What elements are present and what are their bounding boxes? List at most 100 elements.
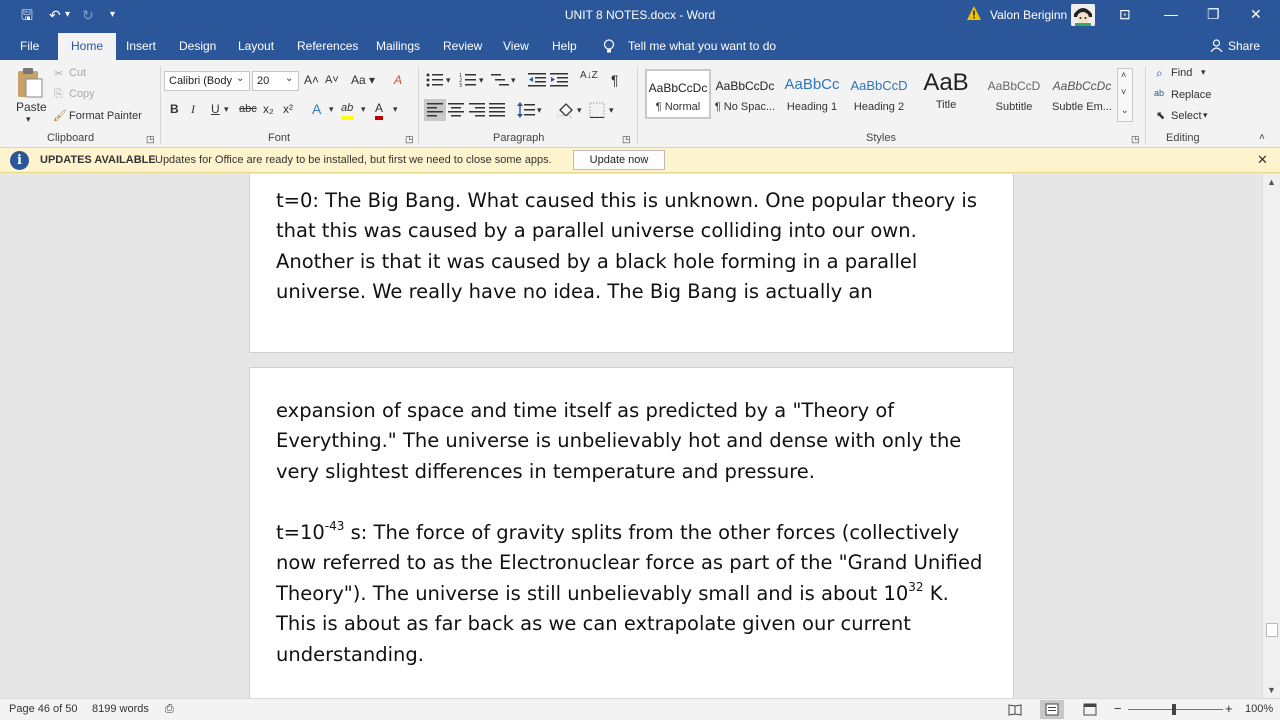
tell-me-search[interactable]: Tell me what you want to do [628, 39, 776, 53]
tab-file[interactable]: File [20, 39, 39, 53]
restore-icon[interactable]: ❐ [1207, 5, 1220, 23]
zoom-slider-thumb[interactable] [1172, 704, 1176, 715]
styles-up-icon[interactable]: ˄ [1121, 70, 1126, 80]
italic-button[interactable]: I [191, 101, 195, 117]
multilevel-list-icon[interactable] [491, 72, 511, 88]
scroll-down-icon[interactable]: ▼ [1267, 685, 1276, 695]
page-count[interactable]: Page 46 of 50 [9, 703, 78, 715]
select-dropdown-icon[interactable]: ▾ [1203, 110, 1208, 121]
paragraph-gravity[interactable]: t=10-43 s: The force of gravity splits f… [276, 518, 991, 670]
zoom-out-icon[interactable]: − [1114, 701, 1122, 716]
numbering-dropdown-icon[interactable]: ▾ [479, 72, 484, 88]
highlight-color-icon[interactable]: ab [341, 100, 354, 120]
font-color-icon[interactable]: A [375, 100, 384, 120]
highlight-dropdown-icon[interactable]: ▾ [361, 101, 366, 117]
align-left-button[interactable] [424, 99, 446, 121]
multilevel-dropdown-icon[interactable]: ▾ [511, 72, 516, 88]
close-notification-icon[interactable]: ✕ [1257, 152, 1268, 168]
select-button[interactable]: Select [1171, 110, 1202, 122]
paste-dropdown-icon[interactable]: ▾ [26, 114, 31, 125]
grow-font-icon[interactable]: A˄ [304, 72, 319, 88]
font-color-dropdown-icon[interactable]: ▾ [393, 101, 398, 117]
styles-down-icon[interactable]: ˅ [1121, 87, 1126, 97]
vertical-scrollbar[interactable]: ▲ ▼ [1262, 174, 1280, 698]
tab-view[interactable]: View [503, 39, 529, 53]
styles-launcher-icon[interactable]: ◳ [1131, 134, 1140, 145]
bullets-dropdown-icon[interactable]: ▾ [446, 72, 451, 88]
tab-design[interactable]: Design [179, 39, 216, 53]
tab-home[interactable]: Home [58, 33, 117, 60]
align-right-icon[interactable] [469, 103, 485, 117]
style-normal[interactable]: AaBbCcDc ¶ Normal [645, 69, 711, 119]
tab-layout[interactable]: Layout [238, 39, 274, 53]
sort-icon[interactable]: A↓Z [580, 71, 598, 81]
tab-mailings[interactable]: Mailings [376, 39, 420, 53]
scroll-up-icon[interactable]: ▲ [1267, 177, 1276, 187]
font-launcher-icon[interactable]: ◳ [405, 134, 414, 145]
find-dropdown-icon[interactable]: ▾ [1201, 67, 1206, 78]
style-title[interactable]: AaB Title [913, 69, 979, 119]
decrease-indent-icon[interactable] [528, 72, 546, 88]
tab-insert[interactable]: Insert [126, 39, 156, 53]
replace-button[interactable]: Replace [1171, 89, 1211, 101]
shading-dropdown-icon[interactable]: ▾ [577, 102, 582, 118]
text-effects-dropdown-icon[interactable]: ▾ [329, 101, 334, 117]
justify-icon[interactable] [489, 103, 505, 117]
copy-button[interactable]: Copy [69, 88, 95, 100]
user-name[interactable]: Valon Beriginn [990, 8, 1067, 22]
paragraph-expansion[interactable]: expansion of space and time itself as pr… [276, 396, 991, 487]
change-case-icon[interactable]: Aa ▾ [351, 72, 375, 88]
paragraph-big-bang[interactable]: t=0: The Big Bang. What caused this is u… [276, 186, 991, 308]
minimize-icon[interactable]: — [1164, 5, 1178, 23]
style-subtle-emphasis[interactable]: AaBbCcDc Subtle Em... [1049, 69, 1115, 119]
clear-formatting-icon[interactable]: A [394, 72, 402, 88]
strikethrough-button[interactable]: abc [239, 101, 257, 117]
style-subtitle[interactable]: AaBbCcD Subtitle [981, 69, 1047, 119]
text-effects-icon[interactable]: A [312, 101, 321, 117]
align-center-icon[interactable] [448, 103, 464, 117]
font-name-dropdown-icon[interactable]: ⌄ [236, 73, 244, 84]
clipboard-launcher-icon[interactable]: ◳ [146, 134, 155, 145]
paste-button[interactable]: Paste [16, 100, 47, 114]
find-button[interactable]: Find [1171, 67, 1192, 79]
zoom-slider[interactable] [1128, 704, 1223, 715]
subscript-button[interactable]: x₂ [263, 101, 274, 117]
document-area[interactable]: t=0: The Big Bang. What caused this is u… [0, 174, 1262, 698]
tab-review[interactable]: Review [443, 39, 482, 53]
numbering-icon[interactable]: 1 2 3 [459, 72, 477, 88]
zoom-in-icon[interactable]: + [1225, 701, 1233, 716]
word-count[interactable]: 8199 words [92, 703, 149, 715]
shading-icon[interactable] [557, 101, 575, 119]
style-no-spacing[interactable]: AaBbCcDc ¶ No Spac... [712, 69, 778, 119]
close-icon[interactable]: ✕ [1250, 5, 1262, 23]
style-heading-2[interactable]: AaBbCcD Heading 2 [846, 69, 912, 119]
superscript-button[interactable]: x² [283, 101, 293, 117]
document-page[interactable]: expansion of space and time itself as pr… [249, 367, 1014, 698]
share-button[interactable]: Share [1228, 39, 1260, 53]
tab-references[interactable]: References [297, 39, 358, 53]
document-page[interactable]: t=0: The Big Bang. What caused this is u… [249, 174, 1014, 353]
show-formatting-marks-icon[interactable]: ¶ [611, 72, 619, 88]
print-layout-button[interactable] [1040, 700, 1064, 719]
shrink-font-icon[interactable]: A˅ [325, 72, 339, 88]
paste-icon[interactable] [16, 67, 44, 99]
styles-more-icon[interactable]: ⌄ [1121, 105, 1129, 116]
borders-icon[interactable] [589, 102, 605, 118]
zoom-level[interactable]: 100% [1245, 703, 1273, 715]
tab-help[interactable]: Help [552, 39, 577, 53]
ribbon-display-options-icon[interactable]: ⊡ [1119, 5, 1131, 23]
underline-button[interactable]: U [211, 101, 220, 117]
styles-gallery-scroller[interactable]: ˄ ˅ ⌄ [1117, 68, 1133, 122]
line-spacing-dropdown-icon[interactable]: ▾ [537, 102, 542, 118]
increase-indent-icon[interactable] [550, 72, 568, 88]
update-now-button[interactable]: Update now [573, 150, 665, 170]
collapse-ribbon-icon[interactable]: ˄ [1259, 132, 1265, 143]
bold-button[interactable]: B [170, 101, 179, 117]
format-painter-button[interactable]: Format Painter [69, 110, 142, 122]
read-mode-icon[interactable] [1008, 703, 1022, 716]
underline-dropdown-icon[interactable]: ▾ [224, 101, 229, 117]
avatar[interactable] [1071, 4, 1095, 26]
font-size-dropdown-icon[interactable]: ⌄ [285, 73, 293, 84]
web-layout-icon[interactable] [1083, 703, 1097, 716]
bullets-icon[interactable] [426, 72, 444, 88]
